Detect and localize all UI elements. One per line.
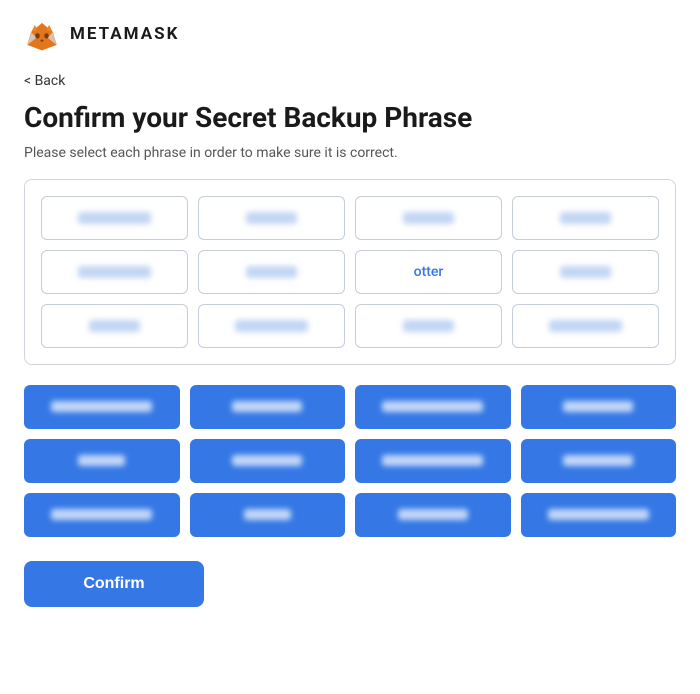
word-chip-6[interactable]	[190, 439, 346, 483]
logo-text: METAMASK	[70, 24, 179, 44]
word-chip-4[interactable]	[521, 385, 677, 429]
drop-slot-12[interactable]	[512, 304, 659, 348]
word-chip-11[interactable]	[355, 493, 511, 537]
word-chip-12[interactable]	[521, 493, 677, 537]
drop-slot-5[interactable]	[41, 250, 188, 294]
word-drop-grid: otter	[41, 196, 659, 348]
metamask-logo-icon	[24, 16, 60, 52]
back-button[interactable]: < Back	[24, 73, 65, 89]
drop-slot-1[interactable]	[41, 196, 188, 240]
word-chip-8[interactable]	[521, 439, 677, 483]
drop-slot-2[interactable]	[198, 196, 345, 240]
drop-slot-11[interactable]	[355, 304, 502, 348]
word-chip-10[interactable]	[190, 493, 346, 537]
word-chip-5[interactable]	[24, 439, 180, 483]
slot-7-text: otter	[414, 264, 444, 280]
word-chip-3[interactable]	[355, 385, 511, 429]
word-bank	[24, 385, 676, 537]
word-chip-1[interactable]	[24, 385, 180, 429]
drop-slot-8[interactable]	[512, 250, 659, 294]
drop-slot-6[interactable]	[198, 250, 345, 294]
header: METAMASK	[24, 16, 676, 52]
dropzone-container: otter	[24, 179, 676, 365]
drop-slot-3[interactable]	[355, 196, 502, 240]
drop-slot-9[interactable]	[41, 304, 188, 348]
confirm-button[interactable]: Confirm	[24, 561, 204, 607]
page-title: Confirm your Secret Backup Phrase	[24, 101, 676, 135]
word-chip-7[interactable]	[355, 439, 511, 483]
drop-slot-10[interactable]	[198, 304, 345, 348]
drop-slot-4[interactable]	[512, 196, 659, 240]
word-chip-9[interactable]	[24, 493, 180, 537]
drop-slot-7[interactable]: otter	[355, 250, 502, 294]
page-subtitle: Please select each phrase in order to ma…	[24, 145, 676, 161]
page-wrapper: METAMASK < Back Confirm your Secret Back…	[0, 0, 700, 694]
word-chip-2[interactable]	[190, 385, 346, 429]
